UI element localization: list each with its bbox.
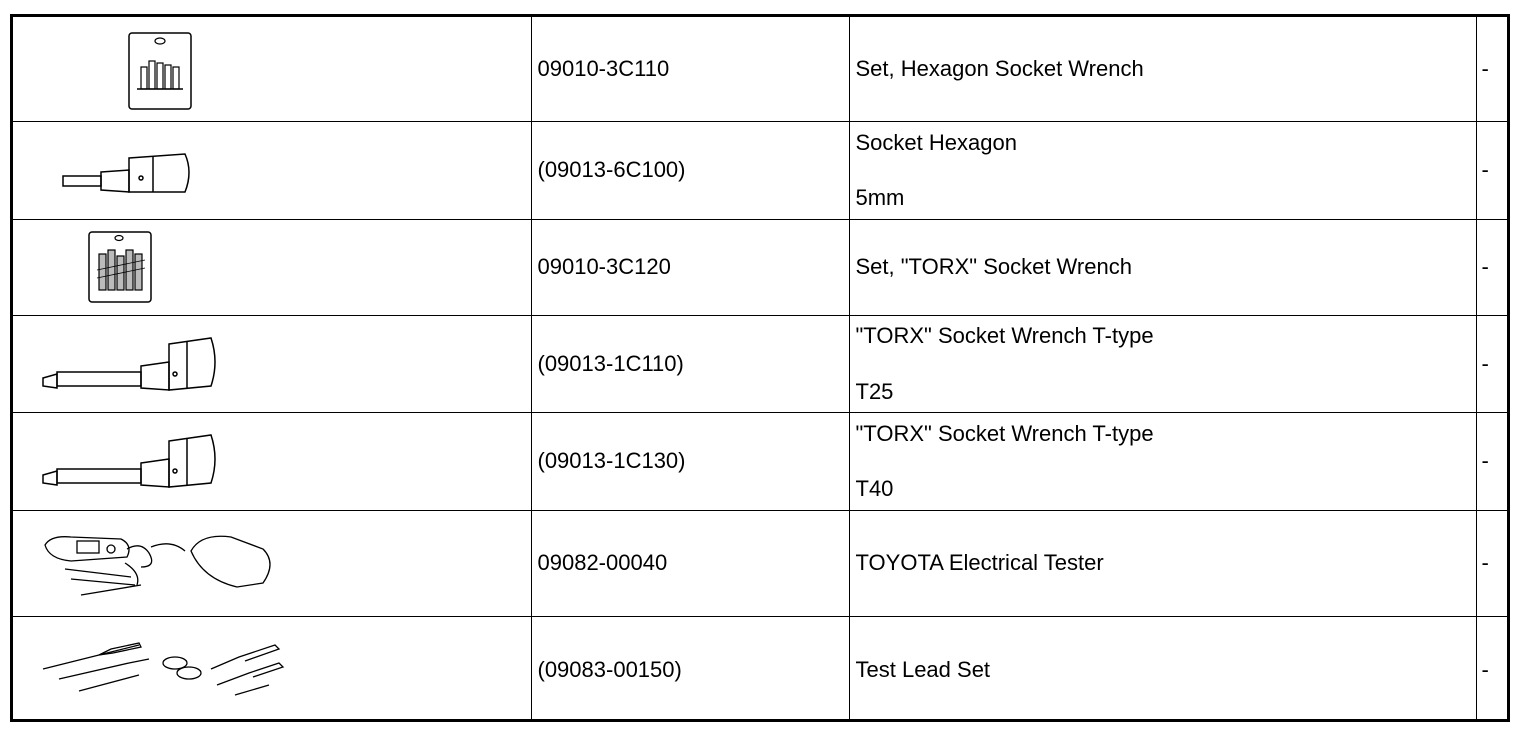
tool-name: TOYOTA Electrical Tester — [855, 550, 1104, 576]
tool-image-cell — [13, 314, 532, 413]
part-number: (09083-00150) — [530, 615, 850, 722]
tool-name: Set, Hexagon Socket Wrench — [855, 56, 1144, 82]
tool-image-cell — [13, 120, 532, 220]
hexagon-socket-wrench-set-icon — [128, 32, 192, 110]
tool-name: Socket Hexagon — [855, 129, 1017, 155]
note: - — [1475, 17, 1507, 122]
electrical-tester-icon — [44, 535, 271, 596]
part-number: (09013-1C130) — [530, 411, 850, 511]
special-tools-table-frame: 09010-3C110 Set, Hexagon Socket Wrench - — [10, 14, 1510, 722]
tool-image-cell — [13, 615, 532, 722]
tool-name-cell: "TORX" Socket Wrench T-type T40 — [848, 411, 1477, 511]
test-lead-set-icon — [42, 641, 285, 696]
tool-name-cell: Socket Hexagon 5mm — [848, 120, 1477, 220]
tool-name-cell: Test Lead Set — [848, 615, 1477, 722]
tool-name-cell: "TORX" Socket Wrench T-type T25 — [848, 314, 1477, 413]
note: - — [1475, 615, 1507, 722]
tool-name: Test Lead Set — [855, 656, 991, 682]
tool-name-cell: TOYOTA Electrical Tester — [848, 509, 1477, 617]
tool-size: T25 — [855, 378, 894, 404]
part-number: (09013-6C100) — [530, 120, 850, 220]
table-row: (09013-6C100) Socket Hexagon 5mm - — [13, 120, 1507, 220]
tool-image-cell — [13, 218, 532, 316]
table-row: (09083-00150) Test Lead Set - — [13, 615, 1507, 722]
tool-name-cell: Set, Hexagon Socket Wrench — [848, 17, 1477, 122]
table-row: (09013-1C130) "TORX" Socket Wrench T-typ… — [13, 411, 1507, 511]
tool-image-cell — [13, 411, 532, 511]
note: - — [1475, 411, 1507, 511]
tool-name: "TORX" Socket Wrench T-type — [855, 323, 1154, 349]
note: - — [1475, 314, 1507, 413]
note: - — [1475, 120, 1507, 220]
table-row: 09082-00040 TOYOTA Electrical Tester - — [13, 509, 1507, 617]
special-tools-table: 09010-3C110 Set, Hexagon Socket Wrench - — [13, 17, 1507, 722]
torx-socket-t25-icon — [42, 336, 216, 391]
hexagon-socket-icon — [62, 152, 190, 193]
note: - — [1475, 218, 1507, 316]
tool-name: Set, "TORX" Socket Wrench — [855, 254, 1132, 280]
torx-socket-t40-icon — [42, 433, 216, 488]
note: - — [1475, 509, 1507, 617]
tool-name-cell: Set, "TORX" Socket Wrench — [848, 218, 1477, 316]
tool-name: "TORX" Socket Wrench T-type — [855, 420, 1154, 446]
tool-image-cell — [13, 509, 532, 617]
tool-image-cell — [13, 17, 532, 122]
part-number: 09010-3C110 — [530, 17, 850, 122]
part-number: 09010-3C120 — [530, 218, 850, 316]
table-row: (09013-1C110) "TORX" Socket Wrench T-typ… — [13, 314, 1507, 413]
torx-socket-wrench-set-icon — [88, 230, 152, 303]
table-row: 09010-3C110 Set, Hexagon Socket Wrench - — [13, 17, 1507, 122]
part-number: 09082-00040 — [530, 509, 850, 617]
table-row: 09010-3C120 Set, "TORX" Socket Wrench - — [13, 218, 1507, 316]
part-number: (09013-1C110) — [530, 314, 850, 413]
tool-size: 5mm — [855, 185, 905, 210]
tool-size: T40 — [855, 476, 894, 501]
